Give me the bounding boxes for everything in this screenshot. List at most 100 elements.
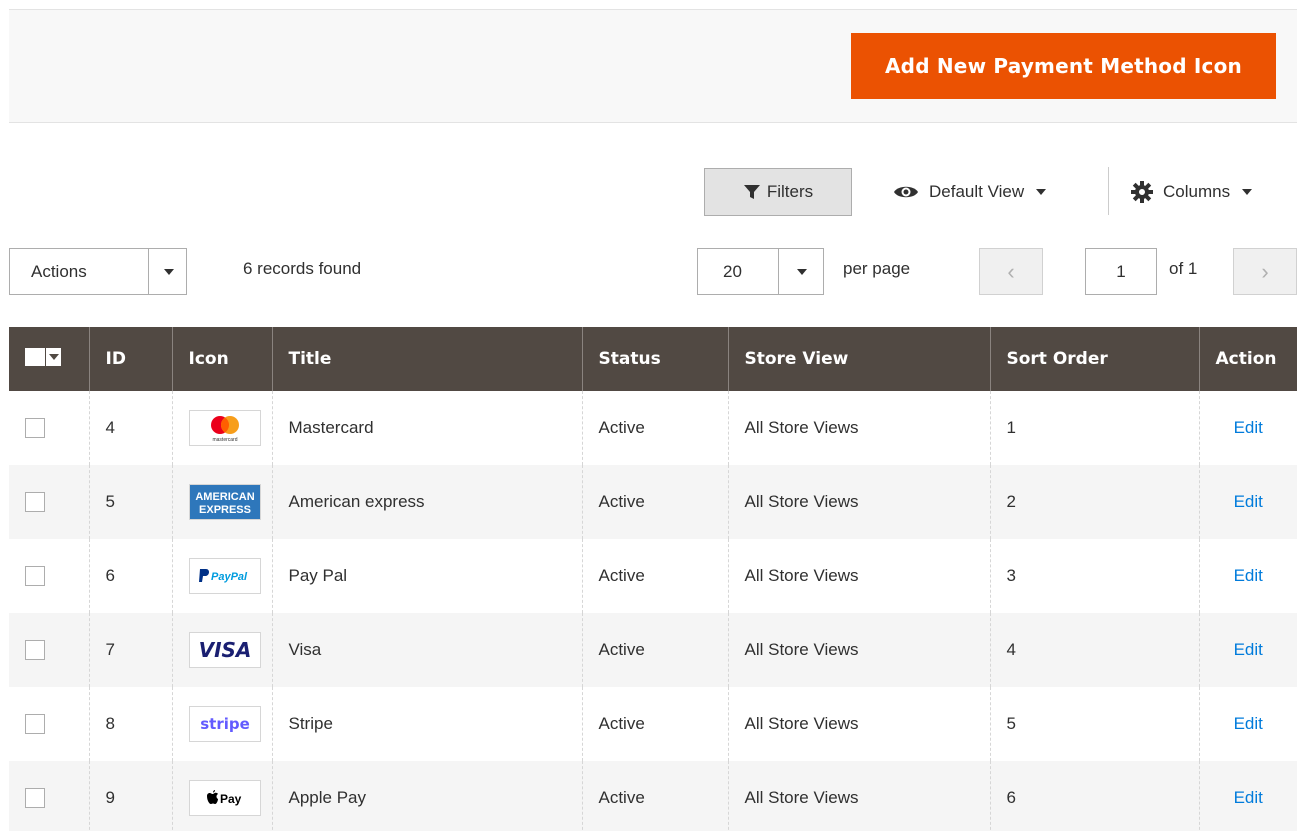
amex-logo: AMERICAN EXPRESS	[188, 484, 261, 520]
edit-link[interactable]: Edit	[1234, 640, 1263, 659]
table-row: 7 VISA Visa Active All Store Views 4 Edi…	[9, 613, 1297, 687]
amex-wordmark-line2: EXPRESS	[199, 504, 251, 516]
cell-store-view: All Store Views	[727, 539, 990, 613]
cell-title: Stripe	[271, 687, 582, 761]
column-header-id[interactable]: ID	[88, 327, 172, 391]
current-page-input[interactable]	[1085, 248, 1157, 295]
filter-icon	[743, 185, 760, 199]
column-header-title[interactable]: Title	[271, 327, 582, 391]
row-checkbox[interactable]	[25, 492, 45, 513]
per-page-select[interactable]: 20	[697, 248, 824, 295]
per-page-value: 20	[723, 262, 742, 281]
edit-link[interactable]: Edit	[1234, 418, 1263, 437]
column-header-store-view[interactable]: Store View	[727, 327, 990, 391]
chevron-down-icon	[45, 347, 61, 366]
cell-title: Apple Pay	[271, 761, 582, 831]
eye-icon	[894, 186, 918, 198]
table-row: 8 stripe Stripe Active All Store Views 5…	[9, 687, 1297, 761]
column-header-icon[interactable]: Icon	[171, 327, 272, 391]
cell-store-view: All Store Views	[727, 613, 990, 687]
payment-icons-grid: ID Icon Title Status Store View Sort Ord…	[9, 327, 1297, 831]
table-row: 5 AMERICAN EXPRESS American express Acti…	[9, 465, 1297, 539]
chevron-down-icon	[1242, 189, 1253, 195]
cell-sort-order: 6	[989, 761, 1199, 831]
view-switcher[interactable]: Default View	[893, 176, 1047, 208]
cell-store-view: All Store Views	[727, 687, 990, 761]
chevron-left-icon: ‹	[1007, 258, 1015, 284]
column-header-sort-order[interactable]: Sort Order	[989, 327, 1199, 391]
column-header-status[interactable]: Status	[581, 327, 728, 391]
cell-id: 6	[88, 539, 172, 613]
row-checkbox[interactable]	[25, 714, 45, 735]
cell-title: Pay Pal	[271, 539, 582, 613]
columns-control[interactable]: Columns	[1131, 176, 1253, 208]
per-page-label: per page	[843, 259, 911, 278]
apple-pay-logo: Pay	[188, 780, 261, 816]
amex-wordmark-line1: AMERICAN	[195, 491, 254, 503]
stripe-logo: stripe	[188, 706, 261, 742]
cell-title: Visa	[271, 613, 582, 687]
row-checkbox[interactable]	[25, 640, 45, 661]
chevron-down-icon	[148, 249, 186, 294]
cell-id: 5	[88, 465, 172, 539]
edit-link[interactable]: Edit	[1234, 788, 1263, 807]
paypal-wordmark: PayPal	[211, 571, 248, 583]
table-row: 6 PayPal Pay Pal Active All Store Views …	[9, 539, 1297, 613]
edit-link[interactable]: Edit	[1234, 714, 1263, 733]
stripe-wordmark: stripe	[200, 715, 250, 733]
mastercard-wordmark: mastercard	[212, 437, 237, 443]
mass-select-header[interactable]	[9, 327, 89, 391]
chevron-down-icon	[778, 249, 823, 294]
visa-logo: VISA	[188, 632, 261, 668]
cell-id: 9	[88, 761, 172, 831]
table-header-row: ID Icon Title Status Store View Sort Ord…	[9, 327, 1297, 391]
edit-link[interactable]: Edit	[1234, 566, 1263, 585]
cell-id: 8	[88, 687, 172, 761]
cell-id: 7	[88, 613, 172, 687]
row-checkbox[interactable]	[25, 788, 45, 809]
cell-title: American express	[271, 465, 582, 539]
cell-store-view: All Store Views	[727, 761, 990, 831]
mass-actions-label: Actions	[31, 262, 87, 281]
cell-sort-order: 4	[989, 613, 1199, 687]
view-label: Default View	[929, 182, 1025, 201]
visa-wordmark: VISA	[198, 638, 251, 662]
cell-status: Active	[581, 613, 728, 687]
cell-status: Active	[581, 687, 728, 761]
mass-select-control[interactable]	[25, 347, 61, 366]
mass-actions-dropdown[interactable]: Actions	[9, 248, 187, 295]
cell-status: Active	[581, 761, 728, 831]
row-checkbox[interactable]	[25, 418, 45, 439]
cell-store-view: All Store Views	[727, 391, 990, 465]
apple-pay-wordmark: Pay	[220, 792, 242, 806]
page-actions-bar: Add New Payment Method Icon	[9, 9, 1297, 123]
cell-sort-order: 5	[989, 687, 1199, 761]
cell-sort-order: 2	[989, 465, 1199, 539]
cell-status: Active	[581, 391, 728, 465]
edit-link[interactable]: Edit	[1234, 492, 1263, 511]
total-pages: of 1	[1169, 259, 1198, 278]
records-count: 6 records found	[243, 259, 362, 278]
add-payment-method-icon-button[interactable]: Add New Payment Method Icon	[851, 33, 1276, 99]
chevron-right-icon: ›	[1261, 258, 1269, 284]
columns-label: Columns	[1163, 182, 1231, 201]
cell-status: Active	[581, 539, 728, 613]
cell-sort-order: 3	[989, 539, 1199, 613]
chevron-down-icon	[1036, 189, 1047, 195]
cell-status: Active	[581, 465, 728, 539]
column-header-action: Action	[1198, 327, 1297, 391]
paypal-logo: PayPal	[188, 558, 261, 594]
gear-icon	[1131, 181, 1153, 203]
cell-title: Mastercard	[271, 391, 582, 465]
filters-button[interactable]: Filters	[704, 168, 852, 216]
mastercard-logo: mastercard	[188, 410, 261, 446]
cell-id: 4	[88, 391, 172, 465]
filters-label: Filters	[766, 182, 814, 201]
toolbar-divider	[1108, 167, 1109, 215]
row-checkbox[interactable]	[25, 566, 45, 587]
previous-page-button[interactable]: ‹	[979, 248, 1043, 295]
cell-sort-order: 1	[989, 391, 1199, 465]
table-row: 4 mastercard Mastercard Active All Store…	[9, 391, 1297, 465]
table-row: 9 Pay Apple Pay Active All Store Views 6…	[9, 761, 1297, 831]
next-page-button[interactable]: ›	[1233, 248, 1297, 295]
